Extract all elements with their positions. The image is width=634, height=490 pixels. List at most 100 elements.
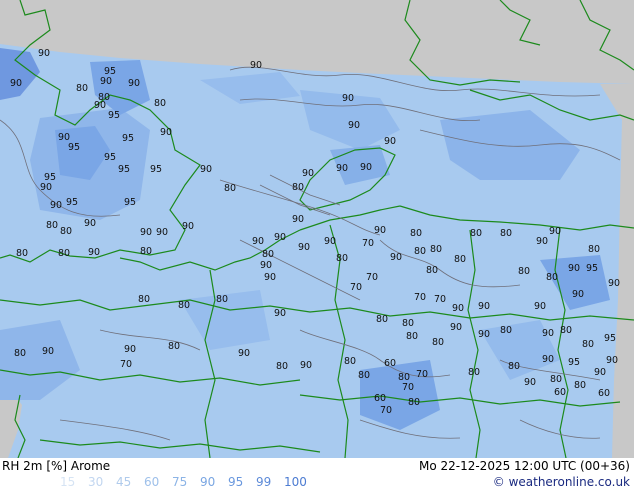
rh-value-label: 80 [550,374,562,385]
rh-value-label: 90 [160,127,172,138]
rh-value-label: 80 [500,325,512,336]
footer-row-bottom: 15 30 45 60 75 90 95 99 100 © weatheronline.co.u… [0,474,634,490]
rh-value-label: 90 [88,247,100,258]
rh-value-label: 80 [336,253,348,264]
rh-value-label: 80 [358,370,370,381]
rh-value-label: 90 [292,214,304,225]
rh-value-label: 60 [554,387,566,398]
rh-value-label: 90 [260,260,272,271]
rh-value-label: 80 [276,361,288,372]
rh-value-label: 90 [274,308,286,319]
valid-date: Mo 22-12-2025 12:00 UTC (00+36) [418,459,630,473]
rh-value-label: 80 [168,341,180,352]
rh-value-label: 80 [154,98,166,109]
rh-value-label: 70 [434,294,446,305]
rh-value-label: 90 [450,322,462,333]
legend-value: 60 [144,475,160,489]
rh-value-label: 90 [84,218,96,229]
rh-value-label: 90 [594,367,606,378]
rh-value-label: 80 [588,244,600,255]
rh-value-label: 90 [568,263,580,274]
rh-value-label: 80 [262,249,274,260]
rh-value-label: 80 [500,228,512,239]
rh-value-label: 95 [118,164,130,175]
rh-value-label: 80 [344,356,356,367]
map-title: RH 2m [%] Arome [2,459,111,473]
rh-value-label: 90 [478,329,490,340]
rh-value-label: 90 [42,346,54,357]
rh-value-label: 90 [534,301,546,312]
rh-value-label: 80 [178,300,190,311]
rh-value-label: 95 [104,152,116,163]
rh-value-label: 80 [410,228,422,239]
rh-value-label: 80 [430,244,442,255]
credit-link[interactable]: © weatheronline.co.uk [493,474,630,490]
rh-value-label: 80 [470,228,482,239]
rh-value-label: 95 [150,164,162,175]
rh-value-label: 90 [390,252,402,263]
rh-value-label: 70 [366,272,378,283]
rh-value-label: 70 [402,382,414,393]
rh-value-label: 95 [108,110,120,121]
rh-value-label: 95 [68,142,80,153]
rh-value-label: 90 [300,360,312,371]
rh-value-label: 90 [608,278,620,289]
rh-value-label: 80 [414,246,426,257]
legend-value: 90 [200,475,216,489]
rh-value-label: 90 [478,301,490,312]
legend-value: 45 [116,475,132,489]
rh-value-label: 70 [350,282,362,293]
rh-value-label: 95 [568,357,580,368]
rh-value-label: 80 [16,248,28,259]
rh-value-label: 90 [348,120,360,131]
rh-value-label: 70 [414,292,426,303]
rh-value-label: 90 [374,225,386,236]
rh-value-label: 90 [324,236,336,247]
rh-value-label: 90 [200,164,212,175]
rh-value-label: 80 [14,348,26,359]
legend-value: 15 [60,475,76,489]
rh-value-label: 95 [586,263,598,274]
rh-value-label: 90 [452,303,464,314]
rh-value-label: 80 [60,226,72,237]
rh-value-label: 90 [94,100,106,111]
rh-value-label: 80 [46,220,58,231]
rh-value-label: 95 [124,197,136,208]
rh-value-label: 90 [128,78,140,89]
rh-value-label: 80 [508,361,520,372]
rh-value-label: 90 [524,377,536,388]
legend-value: 99 [256,475,272,489]
rh-value-label: 90 [40,182,52,193]
rh-value-label: 80 [408,397,420,408]
rh-value-label: 90 [274,232,286,243]
rh-value-label: 80 [546,272,558,283]
rh-value-label: 60 [598,388,610,399]
color-legend: 15 30 45 60 75 90 95 99 100 [60,474,312,490]
rh-value-label: 80 [376,314,388,325]
rh-value-label: 90 [264,272,276,283]
rh-value-label: 80 [582,339,594,350]
rh-value-label: 60 [374,393,386,404]
rh-value-label: 70 [380,405,392,416]
rh-value-label: 90 [100,76,112,87]
rh-value-label: 80 [468,367,480,378]
rh-value-label: 80 [58,248,70,259]
rh-value-label: 70 [362,238,374,249]
map-canvas: 9090959080 908090958090959595 959095909095… [0,0,634,458]
legend-value: 75 [172,475,188,489]
rh-value-label: 80 [292,182,304,193]
rh-value-label: 95 [66,197,78,208]
rh-value-label: 90 [140,227,152,238]
legend-value: 30 [88,475,104,489]
rh-value-label: 80 [0,0,6,3]
rh-value-label: 80 [454,254,466,265]
rh-value-label: 90 [336,163,348,174]
rh-value-label: 90 [302,168,314,179]
rh-value-label: 90 [252,236,264,247]
rh-value-label: 80 [76,83,88,94]
rh-value-label: 80 [426,265,438,276]
weather-map: 90 90 95 90 80 90 80 90 95 80 90 95 95 95 95 90 95 90 90 95… [0,0,634,458]
rh-value-label: 90 [360,162,372,173]
rh-value-label: 90 [606,355,618,366]
rh-value-label: 90 [342,93,354,104]
